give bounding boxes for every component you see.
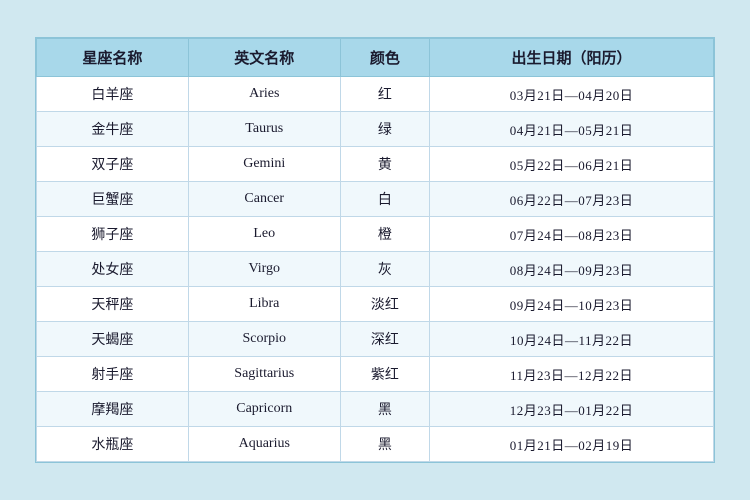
cell-english-name: Cancer	[188, 182, 340, 217]
table-row: 白羊座Aries红03月21日—04月20日	[37, 77, 714, 112]
header-birthdate: 出生日期（阳历）	[430, 39, 714, 77]
cell-color: 绿	[340, 112, 429, 147]
cell-chinese-name: 摩羯座	[37, 392, 189, 427]
cell-chinese-name: 双子座	[37, 147, 189, 182]
cell-birthdate: 04月21日—05月21日	[430, 112, 714, 147]
cell-birthdate: 03月21日—04月20日	[430, 77, 714, 112]
cell-chinese-name: 白羊座	[37, 77, 189, 112]
cell-color: 淡红	[340, 287, 429, 322]
cell-chinese-name: 狮子座	[37, 217, 189, 252]
cell-color: 橙	[340, 217, 429, 252]
table-row: 金牛座Taurus绿04月21日—05月21日	[37, 112, 714, 147]
table-row: 水瓶座Aquarius黑01月21日—02月19日	[37, 427, 714, 462]
cell-birthdate: 09月24日—10月23日	[430, 287, 714, 322]
cell-color: 紫红	[340, 357, 429, 392]
cell-english-name: Aries	[188, 77, 340, 112]
header-color: 颜色	[340, 39, 429, 77]
cell-chinese-name: 巨蟹座	[37, 182, 189, 217]
header-chinese-name: 星座名称	[37, 39, 189, 77]
cell-english-name: Capricorn	[188, 392, 340, 427]
cell-english-name: Scorpio	[188, 322, 340, 357]
cell-birthdate: 08月24日—09月23日	[430, 252, 714, 287]
table-row: 天秤座Libra淡红09月24日—10月23日	[37, 287, 714, 322]
cell-color: 黑	[340, 427, 429, 462]
table-row: 巨蟹座Cancer白06月22日—07月23日	[37, 182, 714, 217]
cell-color: 深红	[340, 322, 429, 357]
cell-birthdate: 11月23日—12月22日	[430, 357, 714, 392]
cell-color: 白	[340, 182, 429, 217]
cell-english-name: Aquarius	[188, 427, 340, 462]
cell-english-name: Gemini	[188, 147, 340, 182]
cell-english-name: Taurus	[188, 112, 340, 147]
header-english-name: 英文名称	[188, 39, 340, 77]
zodiac-table: 星座名称 英文名称 颜色 出生日期（阳历） 白羊座Aries红03月21日—04…	[36, 38, 714, 462]
table-header-row: 星座名称 英文名称 颜色 出生日期（阳历）	[37, 39, 714, 77]
cell-chinese-name: 天蝎座	[37, 322, 189, 357]
cell-color: 红	[340, 77, 429, 112]
cell-birthdate: 01月21日—02月19日	[430, 427, 714, 462]
cell-color: 黑	[340, 392, 429, 427]
cell-chinese-name: 射手座	[37, 357, 189, 392]
cell-chinese-name: 金牛座	[37, 112, 189, 147]
table-row: 天蝎座Scorpio深红10月24日—11月22日	[37, 322, 714, 357]
cell-birthdate: 06月22日—07月23日	[430, 182, 714, 217]
cell-english-name: Sagittarius	[188, 357, 340, 392]
cell-chinese-name: 处女座	[37, 252, 189, 287]
cell-chinese-name: 天秤座	[37, 287, 189, 322]
table-row: 双子座Gemini黄05月22日—06月21日	[37, 147, 714, 182]
cell-english-name: Libra	[188, 287, 340, 322]
cell-color: 黄	[340, 147, 429, 182]
cell-english-name: Virgo	[188, 252, 340, 287]
cell-birthdate: 12月23日—01月22日	[430, 392, 714, 427]
cell-english-name: Leo	[188, 217, 340, 252]
cell-birthdate: 07月24日—08月23日	[430, 217, 714, 252]
zodiac-table-container: 星座名称 英文名称 颜色 出生日期（阳历） 白羊座Aries红03月21日—04…	[35, 37, 715, 463]
cell-color: 灰	[340, 252, 429, 287]
table-row: 射手座Sagittarius紫红11月23日—12月22日	[37, 357, 714, 392]
table-row: 狮子座Leo橙07月24日—08月23日	[37, 217, 714, 252]
cell-birthdate: 10月24日—11月22日	[430, 322, 714, 357]
cell-birthdate: 05月22日—06月21日	[430, 147, 714, 182]
table-row: 摩羯座Capricorn黑12月23日—01月22日	[37, 392, 714, 427]
cell-chinese-name: 水瓶座	[37, 427, 189, 462]
table-row: 处女座Virgo灰08月24日—09月23日	[37, 252, 714, 287]
table-body: 白羊座Aries红03月21日—04月20日金牛座Taurus绿04月21日—0…	[37, 77, 714, 462]
